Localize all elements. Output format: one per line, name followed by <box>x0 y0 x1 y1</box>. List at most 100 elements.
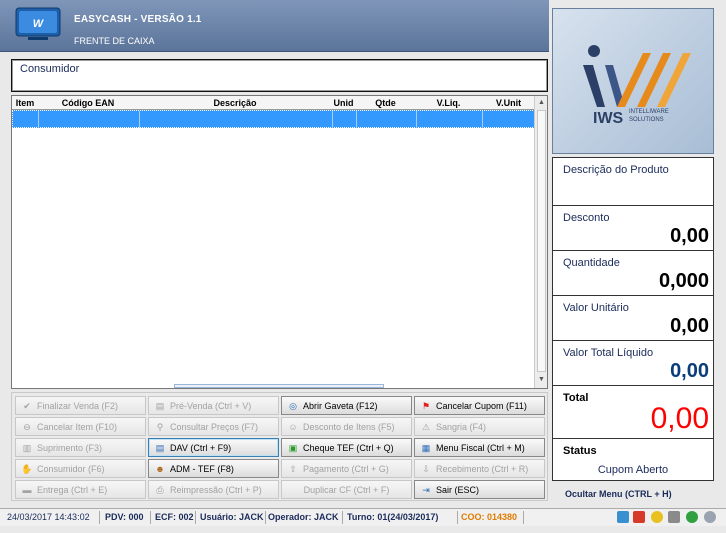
exit-icon: ⇥ <box>422 484 430 495</box>
items-grid[interactable]: Item Código EAN Descrição Unid Qtde V.Li… <box>11 95 548 389</box>
status-bar: 24/03/2017 14:43:02 PDV: 000 ECF: 002 Us… <box>0 508 726 526</box>
money-icon: ▥ <box>22 442 32 453</box>
finalizar-venda-button[interactable]: ✔ Finalizar Venda (F2) <box>15 396 146 415</box>
printer-icon[interactable] <box>668 511 680 523</box>
descricao-produto-label: Descrição do Produto <box>563 164 669 176</box>
warning-icon: ⚠ <box>421 421 431 432</box>
col-qtde[interactable]: Qtde <box>356 98 415 108</box>
col-vliq[interactable]: V.Liq. <box>416 98 481 108</box>
quantidade-label: Quantidade <box>563 257 620 269</box>
brand-tagline-1: INTELLIWARE <box>629 109 669 115</box>
valor-unitario-label: Valor Unitário <box>563 302 629 314</box>
col-descricao[interactable]: Descrição <box>139 98 331 108</box>
red-flag-icon: ⚑ <box>421 400 431 411</box>
sair-button[interactable]: ⇥ Sair (ESC) <box>414 480 545 499</box>
brand-name: IWS <box>593 110 624 127</box>
pagamento-button[interactable]: ⇧ Pagamento (Ctrl + G) <box>281 459 412 478</box>
reimpressao-button[interactable]: ⎙ Reimpressão (Ctrl + P) <box>148 480 279 499</box>
quantidade-value: 0,000 <box>658 270 709 292</box>
consultar-precos-button[interactable]: ⚲ Consultar Preços (F7) <box>148 417 279 436</box>
pre-venda-button[interactable]: ▤ Pré-Venda (Ctrl + V) <box>148 396 279 415</box>
total-value: 0,00 <box>650 402 709 435</box>
consumidor-button[interactable]: ✋ Consumidor (F6) <box>15 459 146 478</box>
minus-circle-icon: ⊖ <box>23 421 31 432</box>
svg-text:W: W <box>33 18 45 30</box>
menu-fiscal-button[interactable]: ▦ Menu Fiscal (Ctrl + M) <box>414 438 545 457</box>
consumidor-box[interactable]: Consumidor <box>11 59 548 92</box>
hand-icon: ✋ <box>21 463 33 474</box>
document-icon: ▤ <box>155 400 165 411</box>
iws-logo-icon: IWS INTELLIWARE SOLUTIONS <box>583 45 691 127</box>
grid-vertical-scrollbar[interactable]: ▲ ▼ <box>534 96 547 388</box>
receipt-icon: ▦ <box>421 442 431 453</box>
grid-header: Item Código EAN Descrição Unid Qtde V.Li… <box>12 96 535 110</box>
consumidor-label: Consumidor <box>20 63 80 75</box>
entrega-button[interactable]: ▬ Entrega (Ctrl + E) <box>15 480 146 499</box>
app-subtitle: FRENTE DE CAIXA <box>74 36 155 46</box>
ocultar-menu-link[interactable]: Ocultar Menu (CTRL + H) <box>565 489 672 499</box>
quantidade-box: Quantidade 0,000 <box>552 250 714 296</box>
valor-total-liquido-label: Valor Total Líquido <box>563 347 654 359</box>
check-icon[interactable] <box>686 511 698 523</box>
check-icon: ✔ <box>23 400 31 411</box>
desconto-box: Desconto 0,00 <box>552 205 714 251</box>
drawer-icon: ◎ <box>289 400 297 411</box>
abrir-gaveta-button[interactable]: ◎ Abrir Gaveta (F12) <box>281 396 412 415</box>
duplicar-cf-button[interactable]: Duplicar CF (Ctrl + F) <box>281 480 412 499</box>
app-logo-icon: W <box>14 6 62 44</box>
cheque-tef-button[interactable]: ▣ Cheque TEF (Ctrl + Q) <box>281 438 412 457</box>
total-label: Total <box>563 392 589 404</box>
status-pdv: PDV: 000 <box>105 512 144 522</box>
app-title: EASYCASH - VERSÃO 1.1 <box>74 14 202 25</box>
valor-unitario-box: Valor Unitário 0,00 <box>552 295 714 341</box>
scroll-up-icon[interactable]: ▲ <box>536 97 547 109</box>
settings-icon[interactable] <box>704 511 716 523</box>
scroll-thumb[interactable] <box>537 110 546 372</box>
status-usuario: Usuário: JACK <box>200 512 264 522</box>
cancelar-item-button[interactable]: ⊖ Cancelar Item (F10) <box>15 417 146 436</box>
bus-icon[interactable] <box>617 511 629 523</box>
adm-tef-button[interactable]: ☻ ADM - TEF (F8) <box>148 459 279 478</box>
gift-icon[interactable] <box>633 511 645 523</box>
dav-button[interactable]: ▤ DAV (Ctrl + F9) <box>148 438 279 457</box>
printer-icon: ⎙ <box>156 484 164 495</box>
valor-total-liquido-value: 0,00 <box>670 360 709 382</box>
brand-tagline-2: SOLUTIONS <box>629 117 664 123</box>
truck-icon: ▬ <box>22 484 32 495</box>
scroll-down-icon[interactable]: ▼ <box>536 374 547 386</box>
valor-unitario-value: 0,00 <box>670 315 709 337</box>
suprimento-button[interactable]: ▥ Suprimento (F3) <box>15 438 146 457</box>
user-discount-icon: ☺ <box>288 421 298 432</box>
arrow-up-icon: ⇧ <box>289 463 297 474</box>
grid-horizontal-scroll-thumb[interactable] <box>174 384 384 388</box>
total-box: Total 0,00 <box>552 385 714 439</box>
status-datetime: 24/03/2017 14:43:02 <box>7 512 90 522</box>
action-buttons-panel: ✔ Finalizar Venda (F2) ▤ Pré-Venda (Ctrl +… <box>11 392 548 501</box>
col-vunit[interactable]: V.Unit <box>482 98 535 108</box>
descricao-produto-box: Descrição do Produto <box>552 157 714 206</box>
app-header: W EASYCASH - VERSÃO 1.1 FRENTE DE CAIXA <box>0 0 549 52</box>
status-turno: Turno: 01(24/03/2017) <box>347 512 439 522</box>
search-icon: ⚲ <box>156 421 164 432</box>
status-coo: COO: 014380 <box>461 512 518 522</box>
col-ean[interactable]: Código EAN <box>38 98 138 108</box>
desconto-value: 0,00 <box>670 225 709 247</box>
col-unid[interactable]: Unid <box>332 98 355 108</box>
valor-total-liquido-box: Valor Total Líquido 0,00 <box>552 340 714 386</box>
arrow-down-icon: ⇩ <box>422 463 430 474</box>
recebimento-button[interactable]: ⇩ Recebimento (Ctrl + R) <box>414 459 545 478</box>
user-icon: ☻ <box>155 463 165 474</box>
status-ecf: ECF: 002 <box>155 512 194 522</box>
document-icon: ▤ <box>155 442 165 453</box>
table-row[interactable] <box>12 110 535 128</box>
cancelar-cupom-button[interactable]: ⚑ Cancelar Cupom (F11) <box>414 396 545 415</box>
status-label: Status <box>563 445 597 457</box>
status-operador: Operador: JACK <box>268 512 339 522</box>
desconto-label: Desconto <box>563 212 610 224</box>
cheque-icon: ▣ <box>288 442 298 453</box>
sangria-button[interactable]: ⚠ Sangria (F4) <box>414 417 545 436</box>
database-icon[interactable] <box>651 511 663 523</box>
col-item[interactable]: Item <box>13 98 37 108</box>
brand-logo: IWS INTELLIWARE SOLUTIONS <box>552 8 714 154</box>
desconto-itens-button[interactable]: ☺ Desconto de Itens (F5) <box>281 417 412 436</box>
